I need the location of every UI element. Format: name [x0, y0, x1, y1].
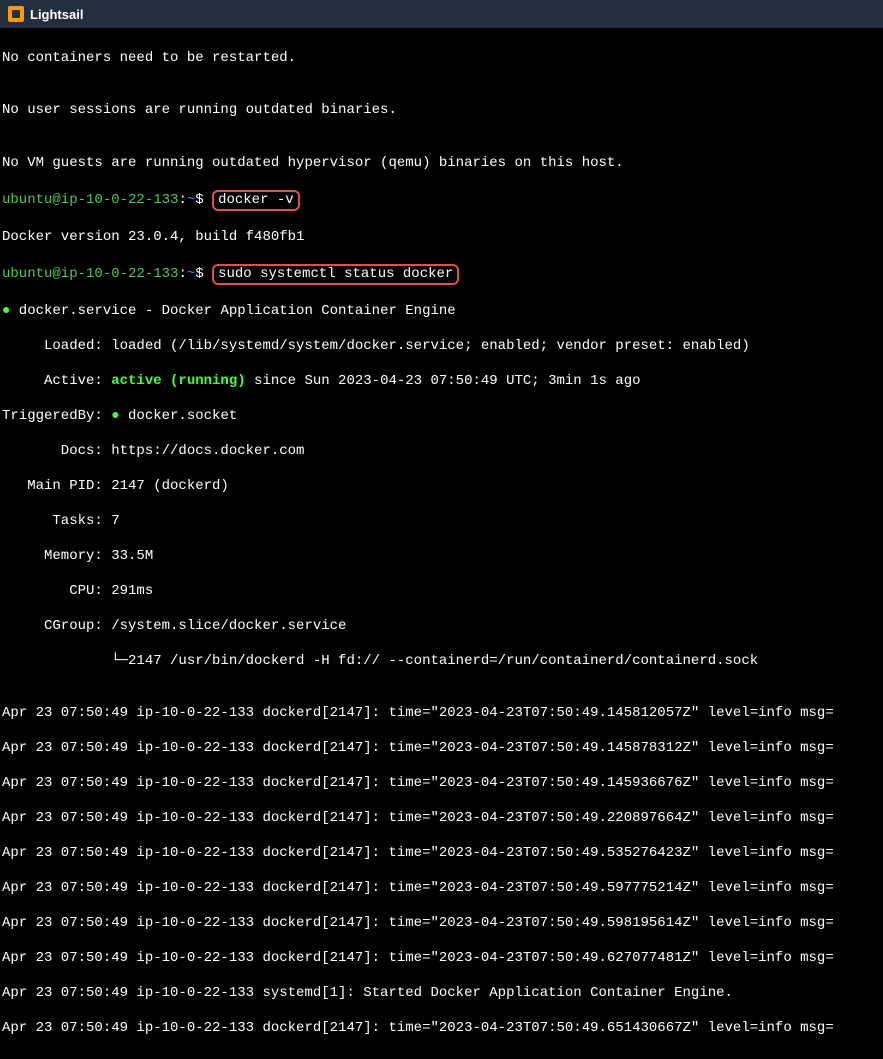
bullet-icon: ● — [111, 408, 119, 424]
log-line: Apr 23 07:50:49 ip-10-0-22-133 dockerd[2… — [2, 1020, 881, 1038]
prompt-user: ubuntu@ip-10-0-22-133 — [2, 192, 178, 208]
app-title: Lightsail — [30, 7, 83, 22]
command-text: docker -v — [218, 192, 294, 208]
prompt-user: ubuntu@ip-10-0-22-133 — [2, 266, 178, 282]
active-line: Active: active (running) since Sun 2023-… — [2, 373, 881, 391]
prompt-path: ~ — [187, 266, 195, 282]
cgroup-child-line: └─2147 /usr/bin/dockerd -H fd:// --conta… — [2, 653, 881, 671]
prompt-path: ~ — [187, 192, 195, 208]
app-header: Lightsail — [0, 0, 883, 28]
active-status: active (running) — [111, 373, 245, 389]
output-line: No containers need to be restarted. — [2, 50, 881, 68]
tasks-line: Tasks: 7 — [2, 513, 881, 531]
log-line: Apr 23 07:50:49 ip-10-0-22-133 dockerd[2… — [2, 810, 881, 828]
log-line: Apr 23 07:50:49 ip-10-0-22-133 dockerd[2… — [2, 950, 881, 968]
cgroup-line: CGroup: /system.slice/docker.service — [2, 618, 881, 636]
lightsail-icon — [8, 6, 24, 22]
command-highlight: docker -v — [212, 190, 300, 212]
triggered-line: TriggeredBy: ● docker.socket — [2, 408, 881, 426]
output-line: No VM guests are running outdated hyperv… — [2, 155, 881, 173]
log-line: Apr 23 07:50:49 ip-10-0-22-133 dockerd[2… — [2, 845, 881, 863]
output-line: No user sessions are running outdated bi… — [2, 102, 881, 120]
log-line: Apr 23 07:50:49 ip-10-0-22-133 dockerd[2… — [2, 740, 881, 758]
prompt-line: ubuntu@ip-10-0-22-133:~$ docker -v — [2, 190, 881, 212]
loaded-line: Loaded: loaded (/lib/systemd/system/dock… — [2, 338, 881, 356]
log-line: Apr 23 07:50:49 ip-10-0-22-133 dockerd[2… — [2, 705, 881, 723]
log-line: Apr 23 07:50:49 ip-10-0-22-133 systemd[1… — [2, 985, 881, 1003]
output-line: Docker version 23.0.4, build f480fb1 — [2, 229, 881, 247]
log-line: Apr 23 07:50:49 ip-10-0-22-133 dockerd[2… — [2, 775, 881, 793]
command-text: sudo systemctl status docker — [218, 266, 453, 282]
service-header: ● docker.service - Docker Application Co… — [2, 303, 881, 321]
memory-line: Memory: 33.5M — [2, 548, 881, 566]
log-line: Apr 23 07:50:49 ip-10-0-22-133 dockerd[2… — [2, 880, 881, 898]
cpu-line: CPU: 291ms — [2, 583, 881, 601]
pid-line: Main PID: 2147 (dockerd) — [2, 478, 881, 496]
log-line: Apr 23 07:50:49 ip-10-0-22-133 dockerd[2… — [2, 915, 881, 933]
command-highlight: sudo systemctl status docker — [212, 264, 459, 286]
prompt-line: ubuntu@ip-10-0-22-133:~$ sudo systemctl … — [2, 264, 881, 286]
docs-line: Docs: https://docs.docker.com — [2, 443, 881, 461]
